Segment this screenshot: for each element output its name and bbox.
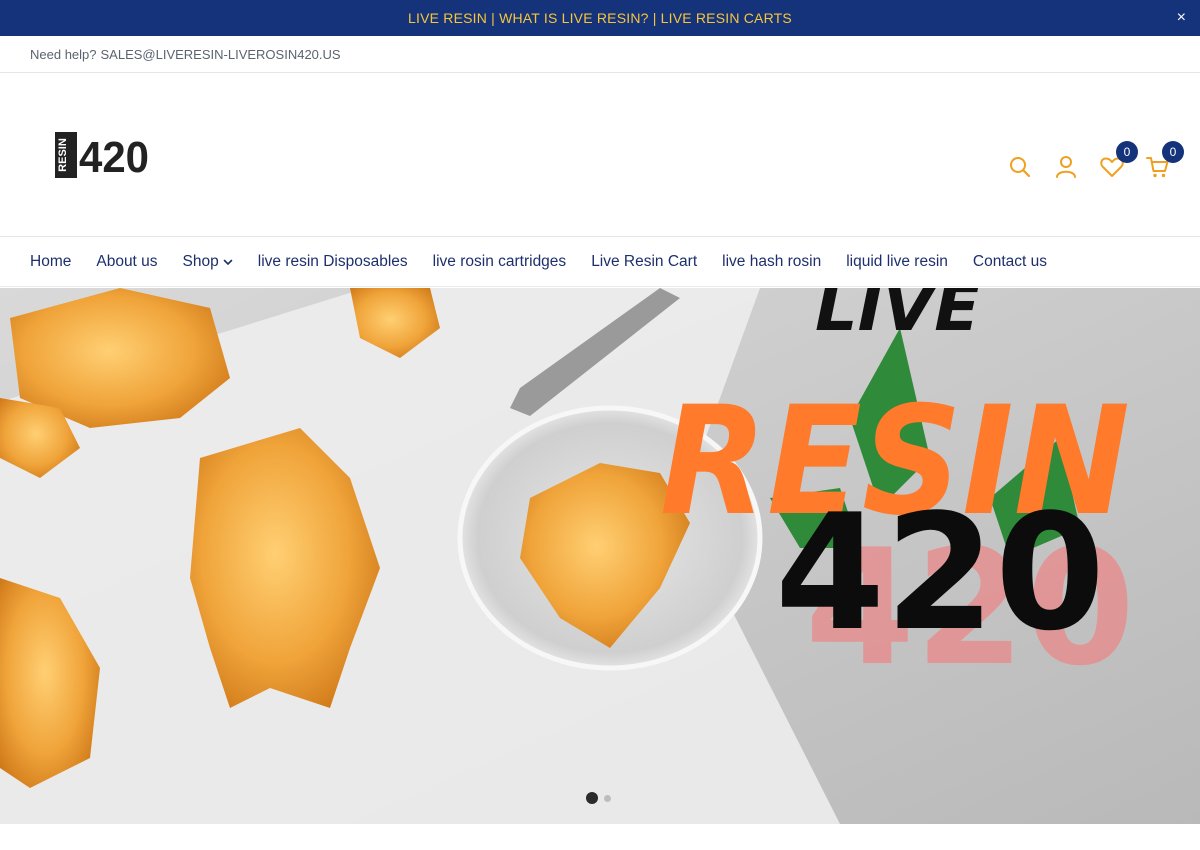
cart-button[interactable]: 0: [1144, 141, 1184, 181]
help-bar: Need help? SALES@LIVERESIN-LIVEROSIN420.…: [0, 36, 1200, 73]
nav-item-contact-us[interactable]: Contact us: [973, 253, 1047, 271]
page-content-area: [0, 824, 1200, 850]
nav-item-live-hash-rosin[interactable]: live hash rosin: [722, 253, 821, 271]
user-icon: [1056, 156, 1076, 178]
hero-image: LIVE RESIN 420 420: [0, 288, 1200, 824]
logo-side-text: RESIN: [57, 138, 69, 172]
announcement-bar: LIVE RESIN | WHAT IS LIVE RESIN? | LIVE …: [0, 0, 1200, 36]
nav-item-home[interactable]: Home: [30, 253, 71, 271]
nav-item-shop-label: Shop: [182, 252, 219, 270]
slider-dots: [586, 792, 611, 804]
help-email-link[interactable]: SALES@LIVERESIN-LIVEROSIN420.US: [101, 47, 341, 62]
main-nav: Home About us Shop live resin Disposable…: [0, 237, 1200, 287]
nav-item-liquid-live-resin[interactable]: liquid live resin: [846, 253, 948, 271]
nav-item-live-resin-cart[interactable]: Live Resin Cart: [591, 253, 697, 271]
hero-banner[interactable]: LIVE RESIN 420 420: [0, 288, 1200, 824]
header-icons: 0 0: [1006, 141, 1184, 181]
wishlist-button[interactable]: 0: [1098, 141, 1138, 181]
announcement-text[interactable]: LIVE RESIN | WHAT IS LIVE RESIN? | LIVE …: [408, 10, 792, 26]
slide-dot-1[interactable]: [586, 792, 598, 804]
search-button[interactable]: [1006, 153, 1034, 181]
account-button[interactable]: [1052, 153, 1080, 181]
chevron-down-icon: [223, 259, 233, 265]
nav-item-shop[interactable]: Shop: [183, 253, 233, 271]
help-label: Need help?: [30, 46, 97, 62]
hero-text-420: 420: [775, 479, 1105, 666]
nav-item-about-us[interactable]: About us: [96, 253, 157, 271]
logo-number: 420: [79, 133, 149, 178]
site-header: RESIN 420 0 0: [0, 73, 1200, 237]
slide-dot-2[interactable]: [604, 794, 611, 802]
nav-item-live-rosin-cartridges[interactable]: live rosin cartridges: [433, 253, 567, 271]
wishlist-count-badge: 0: [1116, 141, 1138, 163]
hero-text-live: LIVE: [815, 288, 980, 346]
search-icon: [1010, 157, 1031, 178]
site-logo[interactable]: RESIN 420: [55, 130, 151, 178]
close-icon[interactable]: ×: [1177, 9, 1186, 27]
nav-item-live-resin-disposables[interactable]: live resin Disposables: [258, 253, 408, 271]
cart-count-badge: 0: [1162, 141, 1184, 163]
